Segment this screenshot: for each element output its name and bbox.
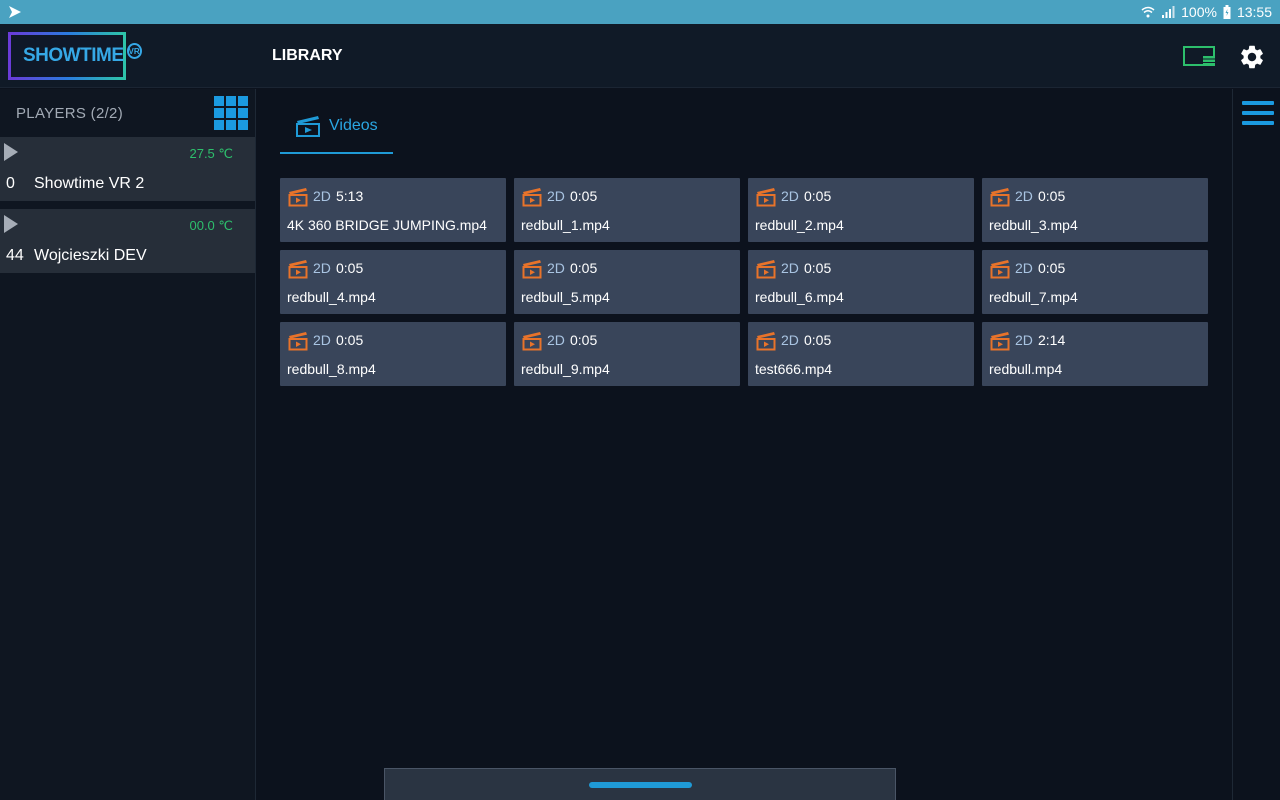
video-dimension: 2D [781,188,799,204]
clapperboard-icon [296,116,320,137]
player-temperature: 00.0 ℃ [189,218,233,233]
video-filename: redbull_3.mp4 [989,217,1078,233]
player-item[interactable]: 27.5 ℃ 0 Showtime VR 2 [0,137,255,201]
video-grid: 2D 5:13 4K 360 BRIDGE JUMPING.mp4 2D 0:0… [280,178,1210,386]
video-duration: 0:05 [570,260,598,276]
players-title: PLAYERS (2/2) [16,105,123,122]
battery-percent: 100% [1181,4,1217,20]
cast-icon[interactable] [1183,46,1217,68]
logo-badge: VR [126,43,142,59]
video-dimension: 2D [313,260,331,276]
video-card[interactable]: 2D 0:05 redbull_4.mp4 [280,250,506,314]
right-rail [1232,89,1280,800]
battery-icon [1223,5,1231,19]
video-filename: redbull_9.mp4 [521,361,610,377]
grid-view-icon[interactable] [214,96,248,130]
tab-videos[interactable]: Videos [280,100,393,154]
players-header: PLAYERS (2/2) [0,89,255,137]
video-dimension: 2D [547,332,565,348]
video-card[interactable]: 2D 0:05 redbull_7.mp4 [982,250,1208,314]
clock: 13:55 [1236,4,1272,20]
video-dimension: 2D [1015,188,1033,204]
video-dimension: 2D [313,332,331,348]
video-card[interactable]: 2D 0:05 test666.mp4 [748,322,974,386]
wifi-icon [1141,6,1155,18]
video-filename: redbull_8.mp4 [287,361,376,377]
gear-icon[interactable] [1238,43,1266,71]
player-item[interactable]: 00.0 ℃ 44 Wojcieszki DEV [0,209,255,273]
video-filename: redbull_7.mp4 [989,289,1078,305]
app-bar: SHOWTIME VR LIBRARY [0,24,1280,88]
page-title: LIBRARY [272,47,343,64]
video-filename: test666.mp4 [755,361,833,377]
video-duration: 0:05 [1038,260,1066,276]
video-file-icon [288,332,308,351]
video-file-icon [990,188,1010,207]
player-number: 44 [6,247,24,264]
video-filename: redbull_2.mp4 [755,217,844,233]
player-temperature: 27.5 ℃ [189,146,233,161]
signal-icon [1162,6,1175,18]
bottom-sheet-handle[interactable] [589,782,692,788]
video-card[interactable]: 2D 0:05 redbull_5.mp4 [514,250,740,314]
video-card[interactable]: 2D 0:05 redbull_9.mp4 [514,322,740,386]
hamburger-menu-icon[interactable] [1242,101,1274,125]
video-duration: 0:05 [804,260,832,276]
status-bar-right: 100% 13:55 [1141,0,1272,24]
video-duration: 0:05 [804,188,832,204]
video-filename: redbull.mp4 [989,361,1063,377]
video-dimension: 2D [547,260,565,276]
video-card[interactable]: 2D 0:05 redbull_3.mp4 [982,178,1208,242]
video-dimension: 2D [781,260,799,276]
video-duration: 0:05 [804,332,832,348]
status-bar: 100% 13:55 [0,0,1280,24]
video-filename: 4K 360 BRIDGE JUMPING.mp4 [287,217,487,233]
bottom-sheet[interactable] [384,768,896,800]
player-name: Showtime VR 2 [34,175,145,192]
video-dimension: 2D [1015,260,1033,276]
video-card[interactable]: 2D 5:13 4K 360 BRIDGE JUMPING.mp4 [280,178,506,242]
video-dimension: 2D [1015,332,1033,348]
video-card[interactable]: 2D 0:05 redbull_8.mp4 [280,322,506,386]
video-duration: 2:14 [1038,332,1066,348]
video-file-icon [288,188,308,207]
video-filename: redbull_6.mp4 [755,289,844,305]
app-notification-icon [9,6,21,18]
video-filename: redbull_5.mp4 [521,289,610,305]
tab-label: Videos [329,117,378,134]
video-duration: 0:05 [336,332,364,348]
video-duration: 0:05 [1038,188,1066,204]
player-number: 0 [6,175,15,192]
play-icon[interactable] [4,143,18,161]
video-file-icon [990,260,1010,279]
video-duration: 0:05 [336,260,364,276]
player-name: Wojcieszki DEV [34,247,147,264]
video-filename: redbull_1.mp4 [521,217,610,233]
video-file-icon [522,188,542,207]
video-dimension: 2D [313,188,331,204]
video-file-icon [522,260,542,279]
video-duration: 0:05 [570,332,598,348]
video-filename: redbull_4.mp4 [287,289,376,305]
video-file-icon [756,332,776,351]
video-duration: 5:13 [336,188,364,204]
video-card[interactable]: 2D 0:05 redbull_1.mp4 [514,178,740,242]
video-card[interactable]: 2D 0:05 redbull_6.mp4 [748,250,974,314]
video-file-icon [990,332,1010,351]
video-dimension: 2D [781,332,799,348]
video-card[interactable]: 2D 2:14 redbull.mp4 [982,322,1208,386]
logo-text: SHOWTIME [23,45,124,66]
video-duration: 0:05 [570,188,598,204]
video-file-icon [756,260,776,279]
video-dimension: 2D [547,188,565,204]
showtime-logo: SHOWTIME VR [8,32,142,80]
play-icon[interactable] [4,215,18,233]
video-file-icon [756,188,776,207]
video-card[interactable]: 2D 0:05 redbull_2.mp4 [748,178,974,242]
video-file-icon [288,260,308,279]
players-sidebar: PLAYERS (2/2) 27.5 ℃ 0 Showtime VR 2 00.… [0,89,256,800]
video-file-icon [522,332,542,351]
